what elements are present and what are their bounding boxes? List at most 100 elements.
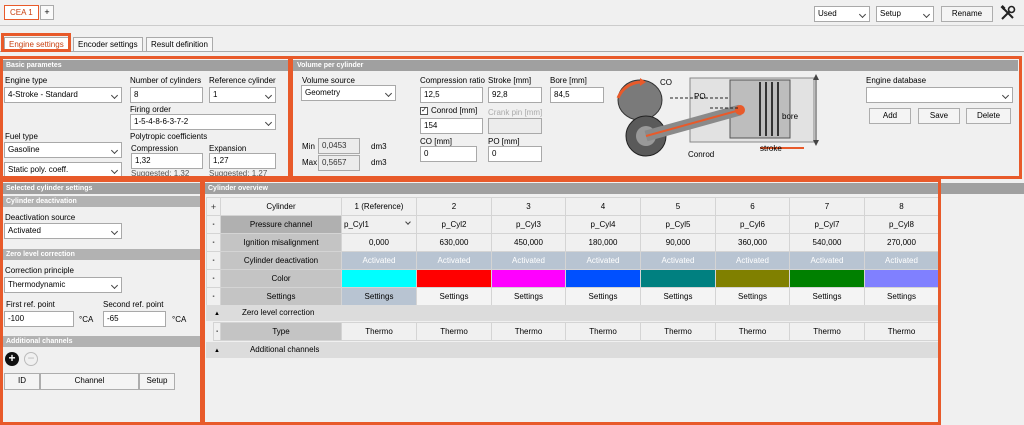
conrod-checkbox-row[interactable]: ✓ Conrod [mm]: [420, 106, 477, 115]
settings-button[interactable]: Settings: [341, 287, 417, 306]
cyl-header: 3: [491, 197, 566, 216]
additional-channels-section-toggle[interactable]: ▲ Additional channels: [206, 342, 938, 358]
stroke-input[interactable]: 92,8: [488, 87, 542, 103]
tab-result-definition[interactable]: Result definition: [146, 37, 213, 51]
basic-header: Basic parametes: [2, 60, 288, 71]
ignition-cell[interactable]: 540,000: [789, 233, 865, 252]
type-cell[interactable]: Thermo: [341, 322, 417, 341]
add-tab-button[interactable]: +: [40, 5, 54, 20]
volume-source-select[interactable]: Geometry: [301, 85, 396, 101]
add-button[interactable]: Add: [869, 108, 911, 124]
tab-encoder-settings[interactable]: Encoder settings: [73, 37, 143, 51]
type-cell[interactable]: Thermo: [491, 322, 566, 341]
used-select[interactable]: Used: [814, 6, 870, 22]
ignition-cell[interactable]: 270,000: [864, 233, 939, 252]
first-ref-input[interactable]: -100: [4, 311, 74, 327]
add-channel-icon[interactable]: +: [5, 352, 19, 366]
settings-button[interactable]: Settings: [864, 287, 939, 306]
expansion-input[interactable]: 1,27: [209, 153, 276, 169]
poly-mode-select[interactable]: Static poly. coeff.: [4, 162, 122, 178]
color-swatch[interactable]: [789, 269, 865, 288]
deact-cell[interactable]: Activated: [864, 251, 939, 270]
ignition-cell[interactable]: 450,000: [491, 233, 566, 252]
ignition-cell[interactable]: 90,000: [640, 233, 716, 252]
crank-pin-label: Crank pin [mm]: [488, 108, 543, 117]
type-cell[interactable]: Thermo: [789, 322, 865, 341]
bore-input[interactable]: 84,5: [550, 87, 604, 103]
compression-ratio-input[interactable]: 12,5: [420, 87, 483, 103]
settings-button[interactable]: Settings: [789, 287, 865, 306]
type-cell[interactable]: Thermo: [565, 322, 641, 341]
pressure-cell[interactable]: p_Cyl3: [491, 215, 566, 234]
remove-channel-icon[interactable]: −: [24, 352, 38, 366]
delete-button[interactable]: Delete: [966, 108, 1011, 124]
ignition-cell[interactable]: 630,000: [416, 233, 492, 252]
deact-cell[interactable]: Activated: [640, 251, 716, 270]
cyl-header: 7: [789, 197, 865, 216]
type-cell[interactable]: Thermo: [640, 322, 716, 341]
type-cell[interactable]: Thermo: [864, 322, 939, 341]
ignition-row: ▪ Ignition misalignment 0,000 630,000 45…: [206, 233, 939, 252]
save-button[interactable]: Save: [918, 108, 960, 124]
type-cell[interactable]: Thermo: [715, 322, 790, 341]
fuel-type-select[interactable]: Gasoline: [4, 142, 122, 158]
compression-input[interactable]: 1,32: [131, 153, 203, 169]
po-input[interactable]: 0: [488, 146, 542, 162]
deact-cell[interactable]: Activated: [491, 251, 566, 270]
ignition-cell[interactable]: 0,000: [341, 233, 417, 252]
pressure-cell[interactable]: p_Cyl6: [715, 215, 790, 234]
deact-cell[interactable]: Activated: [565, 251, 641, 270]
deact-cell[interactable]: Activated: [416, 251, 492, 270]
second-ref-input[interactable]: -65: [103, 311, 166, 327]
rename-button[interactable]: Rename: [941, 6, 993, 22]
settings-row: ▪ Settings Settings Settings Settings Se…: [206, 287, 939, 306]
deact-cell[interactable]: Activated: [789, 251, 865, 270]
color-swatch[interactable]: [341, 269, 417, 288]
settings-button[interactable]: Settings: [715, 287, 790, 306]
tab-engine-settings[interactable]: Engine settings: [4, 37, 69, 51]
zero-level-section-toggle[interactable]: ▲ Zero level correction: [206, 305, 938, 321]
settings-button[interactable]: Settings: [491, 287, 566, 306]
color-swatch[interactable]: [864, 269, 939, 288]
settings-button[interactable]: Settings: [640, 287, 716, 306]
color-label: Color: [220, 269, 342, 288]
firing-order-select[interactable]: 1-5-4-8-6-3-7-2: [130, 114, 276, 130]
pressure-cell[interactable]: p_Cyl2: [416, 215, 492, 234]
color-swatch[interactable]: [416, 269, 492, 288]
color-swatch[interactable]: [491, 269, 566, 288]
deact-cell[interactable]: Activated: [341, 251, 417, 270]
settings-button[interactable]: Settings: [416, 287, 492, 306]
settings-button[interactable]: Settings: [565, 287, 641, 306]
color-swatch[interactable]: [640, 269, 716, 288]
conrod-input[interactable]: 154: [420, 118, 483, 134]
zero-level-table: ▪ Type Thermo Thermo Thermo Thermo Therm…: [213, 322, 939, 341]
ignition-cell[interactable]: 180,000: [565, 233, 641, 252]
compression-suggested: Suggested: 1.32: [131, 169, 190, 178]
deact-cell[interactable]: Activated: [715, 251, 790, 270]
engine-database-select[interactable]: [866, 87, 1013, 103]
tools-icon[interactable]: [1000, 5, 1016, 21]
engine-type-select[interactable]: 4-Stroke - Standard: [4, 87, 122, 103]
deactivation-header: Cylinder deactivation: [2, 196, 200, 207]
pressure-cell[interactable]: p_Cyl8: [864, 215, 939, 234]
color-swatch[interactable]: [715, 269, 790, 288]
diagram-stroke-label: stroke: [760, 144, 782, 153]
cylinders-input[interactable]: 8: [130, 87, 203, 103]
ignition-cell[interactable]: 360,000: [715, 233, 790, 252]
pressure-cell[interactable]: p_Cyl4: [565, 215, 641, 234]
color-swatch[interactable]: [565, 269, 641, 288]
type-row: ▪ Type Thermo Thermo Thermo Thermo Therm…: [213, 322, 939, 341]
deactivation-source-select[interactable]: Activated: [4, 223, 122, 239]
tab-cea1[interactable]: CEA 1: [4, 5, 39, 20]
reference-cylinder-select[interactable]: 1: [209, 87, 276, 103]
setup-select[interactable]: Setup: [876, 6, 934, 22]
expand-all-icon[interactable]: +: [206, 197, 221, 216]
pressure-cell[interactable]: p_Cyl5: [640, 215, 716, 234]
co-input[interactable]: 0: [420, 146, 477, 162]
type-cell[interactable]: Thermo: [416, 322, 492, 341]
correction-principle-select[interactable]: Thermodynamic: [4, 277, 122, 293]
conrod-checkbox[interactable]: ✓: [420, 106, 428, 115]
pressure-cell-select[interactable]: p_Cyl1: [341, 215, 417, 234]
max-label: Max: [302, 158, 318, 167]
pressure-cell[interactable]: p_Cyl7: [789, 215, 865, 234]
